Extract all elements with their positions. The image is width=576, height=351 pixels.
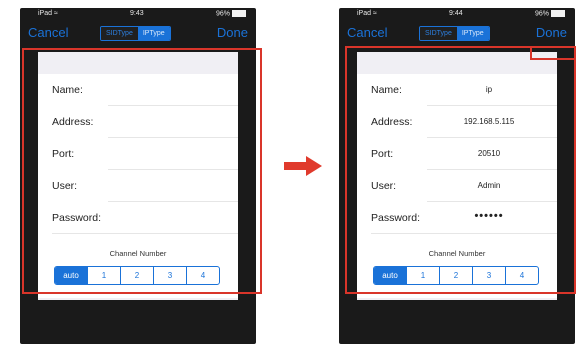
type-segmented-control: SIDType IPType [419,26,490,41]
segment-sidtype[interactable]: SIDType [420,27,457,40]
address-row[interactable]: Address: [38,106,238,138]
channel-number-label: Channel Number [428,249,486,258]
password-label: Password: [371,212,421,224]
battery-icon [232,10,246,17]
segment-sidtype[interactable]: SIDType [101,27,138,40]
port-row[interactable]: Port: 20510 [357,138,557,170]
type-segmented-control: SIDType IPType [100,26,171,41]
address-label: Address: [52,116,94,128]
form-card: Name: ip Address: 192.168.5.115 Port: 20… [357,74,557,298]
channel-segmented-control: auto 1 2 3 4 [373,266,539,285]
port-label: Port: [371,148,394,160]
wifi-icon: ≈ [372,10,377,17]
wifi-icon: ≈ [53,10,58,17]
channel-2[interactable]: 2 [120,267,153,284]
phone-screen-after: iPad ≈ 9:44 96% Cancel SIDType IPType Do… [339,8,575,344]
address-row[interactable]: Address: 192.168.5.115 [357,106,557,138]
channel-auto[interactable]: auto [374,267,406,284]
cancel-button[interactable]: Cancel [28,25,68,40]
right-arrow-icon [284,156,322,176]
password-row[interactable]: Password: [38,202,238,234]
password-row[interactable]: Password: •••••• [357,202,557,234]
segment-iptype[interactable]: IPType [456,27,489,40]
clock: 9:44 [449,10,463,17]
battery-status: 96% [535,10,565,17]
clock: 9:43 [130,10,144,17]
phone-screen-before: iPad ≈ 9:43 96% Cancel SIDType IPType Do… [20,8,256,344]
name-row[interactable]: Name: ip [357,74,557,106]
port-row[interactable]: Port: [38,138,238,170]
channel-number-label: Channel Number [109,249,167,258]
channel-3[interactable]: 3 [472,267,505,284]
carrier-label: iPad ≈ [38,10,58,17]
user-field[interactable]: Admin [427,181,551,190]
channel-1[interactable]: 1 [406,267,439,284]
password-field[interactable]: •••••• [427,210,551,222]
form-container: Name: ip Address: 192.168.5.115 Port: 20… [357,52,557,300]
name-label: Name: [371,84,402,96]
form-container: Name: Address: Port: User: Password: Cha… [38,52,238,300]
channel-3[interactable]: 3 [153,267,186,284]
battery-status: 96% [216,10,246,17]
user-label: User: [52,180,78,192]
carrier-label: iPad ≈ [357,10,377,17]
done-button[interactable]: Done [536,25,567,40]
channel-4[interactable]: 4 [505,267,538,284]
address-field[interactable]: 192.168.5.115 [427,117,551,126]
name-label: Name: [52,84,83,96]
port-field[interactable]: 20510 [427,149,551,158]
divider [371,233,557,234]
name-row[interactable]: Name: [38,74,238,106]
user-row[interactable]: User: [38,170,238,202]
form-card: Name: Address: Port: User: Password: Cha… [38,74,238,298]
channel-auto[interactable]: auto [55,267,87,284]
address-label: Address: [371,116,413,128]
nav-bar: Cancel SIDType IPType Done [20,20,256,46]
user-row[interactable]: User: Admin [357,170,557,202]
user-label: User: [371,180,397,192]
channel-1[interactable]: 1 [87,267,120,284]
nav-bar: Cancel SIDType IPType Done [339,20,575,46]
cancel-button[interactable]: Cancel [347,25,387,40]
divider [52,233,238,234]
segment-iptype[interactable]: IPType [137,27,170,40]
port-label: Port: [52,148,75,160]
done-button[interactable]: Done [217,25,248,40]
password-label: Password: [52,212,102,224]
battery-icon [551,10,565,17]
name-field[interactable]: ip [427,85,551,94]
channel-segmented-control: auto 1 2 3 4 [54,266,220,285]
channel-2[interactable]: 2 [439,267,472,284]
channel-4[interactable]: 4 [186,267,219,284]
